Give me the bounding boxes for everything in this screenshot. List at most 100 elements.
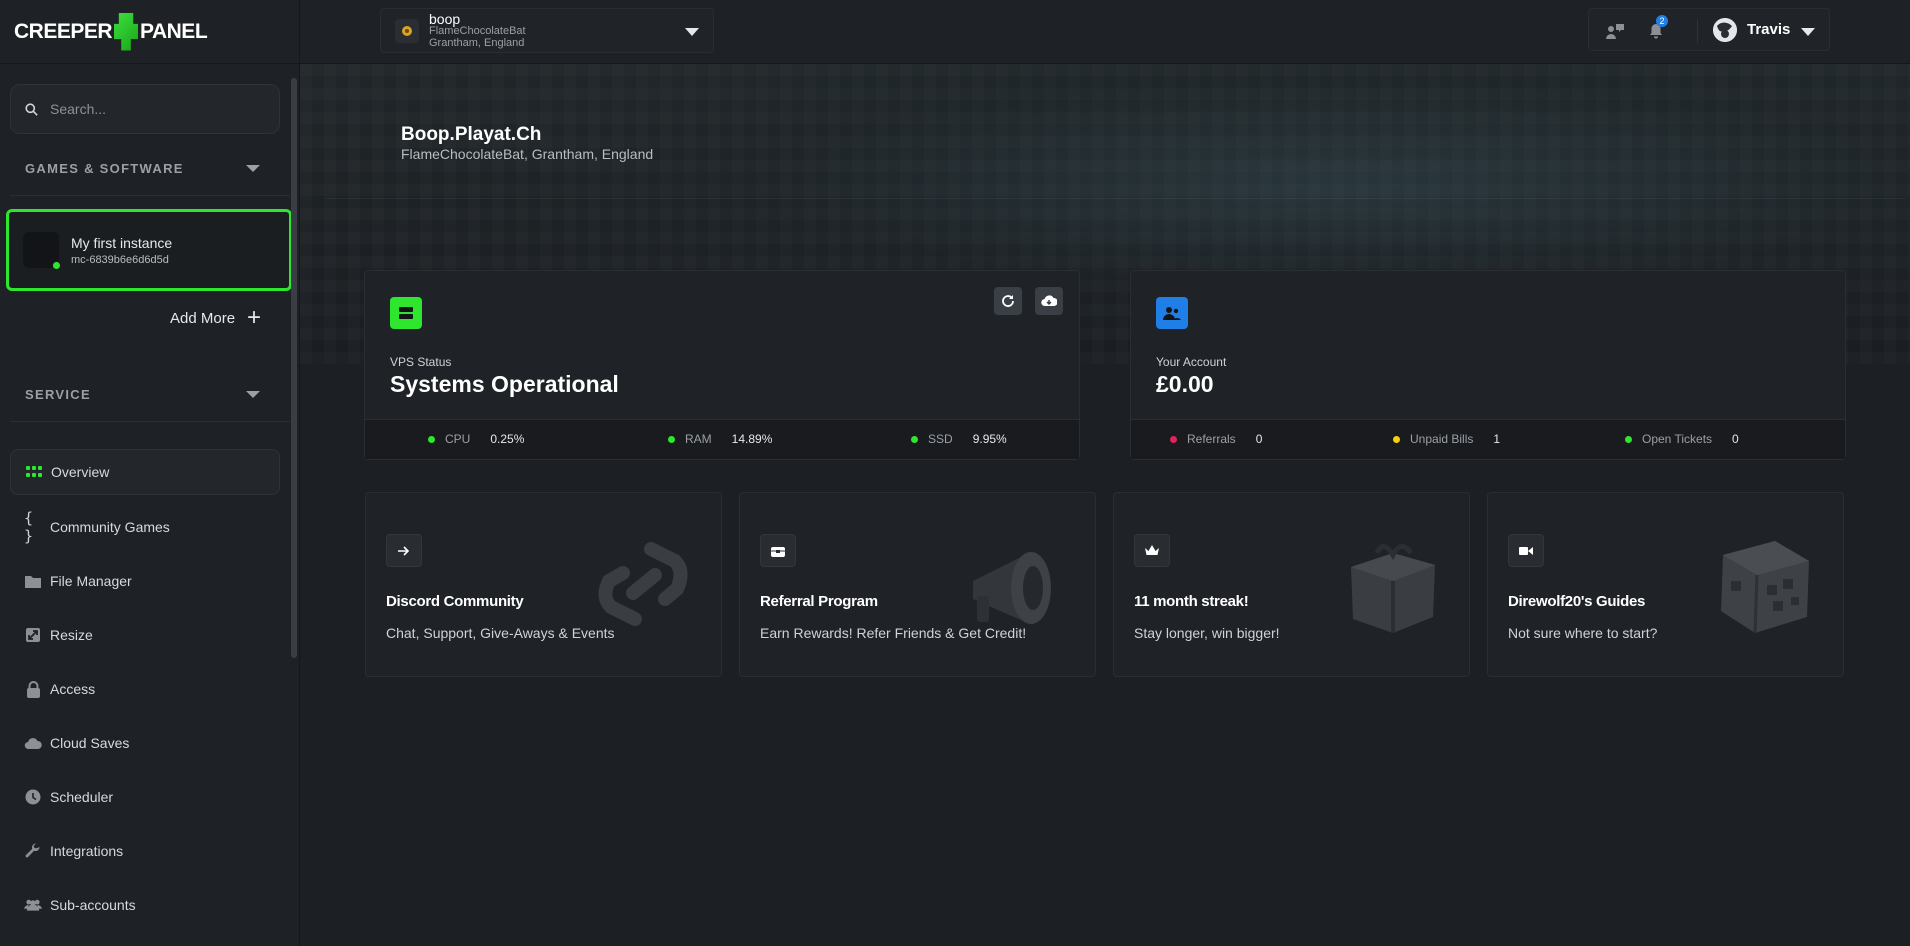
user-toolbar: 2 Travis bbox=[1588, 8, 1830, 51]
online-status-dot bbox=[52, 261, 61, 270]
ram-value: 14.89% bbox=[731, 432, 773, 446]
divider bbox=[10, 421, 290, 422]
sidebar-scrollbar[interactable] bbox=[291, 70, 297, 940]
promo-guides-card[interactable]: Direwolf20's Guides Not sure where to st… bbox=[1487, 492, 1844, 677]
chevron-down-icon bbox=[685, 28, 699, 36]
divider bbox=[10, 195, 290, 196]
ssd-stat: SSD 9.95% bbox=[911, 432, 1007, 446]
server-avatar-icon bbox=[395, 18, 419, 43]
gift-box-icon bbox=[1351, 544, 1435, 633]
cpu-label: CPU bbox=[445, 432, 471, 446]
refresh-button[interactable] bbox=[994, 287, 1022, 315]
nav-label: Access bbox=[50, 681, 96, 697]
server-name: boop bbox=[429, 10, 461, 27]
search-input[interactable] bbox=[50, 101, 260, 117]
nav-label: File Manager bbox=[50, 573, 132, 589]
nav-access[interactable]: Access bbox=[10, 666, 280, 712]
add-more-label: Add More bbox=[170, 309, 236, 327]
cpu-stat: CPU 0.25% bbox=[428, 432, 524, 446]
video-icon bbox=[1508, 534, 1544, 567]
vps-status-card: VPS Status Systems Operational CPU 0.25%… bbox=[364, 270, 1080, 460]
cloud-backup-button[interactable] bbox=[1035, 287, 1063, 315]
open-tickets-status-dot bbox=[1625, 435, 1632, 443]
unpaid-bills-value: 1 bbox=[1493, 432, 1501, 446]
ssd-value: 9.95% bbox=[972, 432, 1007, 446]
section-service[interactable]: SERVICE bbox=[0, 374, 290, 414]
support-chat-icon[interactable] bbox=[1604, 20, 1626, 42]
promo-discord-card[interactable]: Discord Community Chat, Support, Give-Aw… bbox=[365, 492, 722, 677]
promo-description: Chat, Support, Give-Aways & Events bbox=[386, 625, 615, 641]
referrals-status-dot bbox=[1170, 435, 1177, 443]
nav-label: Overview bbox=[51, 464, 110, 480]
promo-streak-card[interactable]: 11 month streak! Stay longer, win bigger… bbox=[1113, 492, 1470, 677]
account-card: Your Account £0.00 Referrals 0 Unpaid Bi… bbox=[1130, 270, 1846, 460]
nav-label: Scheduler bbox=[50, 789, 114, 805]
divider bbox=[1697, 19, 1698, 43]
divider bbox=[325, 198, 1905, 199]
sidebar-scrollbar-thumb[interactable] bbox=[291, 78, 297, 658]
open-tickets-label: Open Tickets bbox=[1642, 432, 1713, 446]
nav-label: Cloud Saves bbox=[50, 735, 130, 751]
promo-description: Earn Rewards! Refer Friends & Get Credit… bbox=[760, 625, 1027, 641]
ram-label: RAM bbox=[685, 432, 712, 446]
nav-sub-accounts[interactable]: Sub-accounts bbox=[10, 882, 280, 928]
promo-title: Direwolf20's Guides bbox=[1508, 593, 1646, 610]
ssd-label: SSD bbox=[928, 432, 953, 446]
search-box bbox=[10, 84, 280, 134]
nav-label: Sub-accounts bbox=[50, 897, 136, 913]
instance-card[interactable]: My first instance mc-6839b6e6d6d5d bbox=[6, 209, 292, 291]
topbar: boop FlameChocolateBat Grantham, England… bbox=[300, 0, 1910, 64]
nav-file-manager[interactable]: File Manager bbox=[10, 558, 280, 604]
crown-icon bbox=[1134, 534, 1170, 567]
user-avatar[interactable] bbox=[1713, 18, 1737, 42]
account-label: Your Account bbox=[1156, 355, 1227, 369]
sidebar-scroll-area: GAMES & SOFTWARE My first instance mc-68… bbox=[0, 64, 300, 946]
referrals-label: Referrals bbox=[1187, 432, 1236, 446]
instance-name: My first instance bbox=[71, 234, 173, 251]
open-tickets-stat[interactable]: Open Tickets 0 bbox=[1625, 432, 1739, 446]
promo-title: Discord Community bbox=[386, 593, 524, 610]
referrals-stat[interactable]: Referrals 0 bbox=[1170, 432, 1262, 446]
account-user-icon bbox=[1156, 297, 1188, 329]
page-title: Boop.Playat.Ch bbox=[401, 124, 542, 145]
nav-integrations[interactable]: Integrations bbox=[10, 828, 280, 874]
section-service-label: SERVICE bbox=[25, 386, 91, 402]
vps-stats-bar: CPU 0.25% RAM 14.89% SSD 9.95% bbox=[365, 419, 1079, 459]
arrow-right-icon bbox=[386, 534, 422, 567]
account-stats-bar: Referrals 0 Unpaid Bills 1 Open Tickets … bbox=[1131, 419, 1845, 459]
lock-icon bbox=[24, 680, 42, 698]
nav-resize[interactable]: Resize bbox=[10, 612, 280, 658]
clock-icon bbox=[24, 788, 42, 806]
cube-icon bbox=[1721, 541, 1809, 634]
section-games-software[interactable]: GAMES & SOFTWARE bbox=[0, 148, 290, 188]
unpaid-bills-stat[interactable]: Unpaid Bills 1 bbox=[1393, 432, 1500, 446]
add-more-button[interactable]: Add More + bbox=[170, 304, 261, 332]
nav-community-games[interactable]: { } Community Games bbox=[10, 504, 280, 550]
chevron-down-icon bbox=[246, 164, 260, 172]
promo-description: Stay longer, win bigger! bbox=[1134, 625, 1280, 641]
search-icon bbox=[25, 102, 38, 116]
server-selector[interactable]: boop FlameChocolateBat Grantham, England bbox=[380, 8, 714, 53]
users-icon bbox=[24, 896, 42, 914]
nav-overview[interactable]: Overview bbox=[10, 449, 280, 495]
nav-cloud-saves[interactable]: Cloud Saves bbox=[10, 720, 280, 766]
logo-text-right: PANEL bbox=[140, 19, 208, 43]
chevron-down-icon[interactable] bbox=[1801, 28, 1815, 36]
promo-title: Referral Program bbox=[760, 593, 878, 610]
sidebar: CREEPER PANEL GAMES & SOFTWARE My first … bbox=[0, 0, 300, 946]
section-games-label: GAMES & SOFTWARE bbox=[25, 160, 184, 176]
promo-title: 11 month streak! bbox=[1134, 593, 1249, 610]
resize-icon bbox=[24, 626, 42, 644]
open-tickets-value: 0 bbox=[1732, 432, 1739, 446]
username[interactable]: Travis bbox=[1747, 21, 1790, 38]
ram-status-dot bbox=[668, 435, 675, 443]
referrals-value: 0 bbox=[1255, 432, 1263, 446]
notification-badge: 2 bbox=[1656, 15, 1668, 27]
brand-logo[interactable]: CREEPER PANEL bbox=[0, 0, 299, 64]
page-subtitle: FlameChocolateBat, Grantham, England bbox=[401, 146, 654, 162]
cpu-status-dot bbox=[428, 435, 435, 443]
nav-scheduler[interactable]: Scheduler bbox=[10, 774, 280, 820]
promo-description: Not sure where to start? bbox=[1508, 625, 1658, 641]
promo-referral-card[interactable]: Referral Program Earn Rewards! Refer Fri… bbox=[739, 492, 1096, 677]
creeper-logo-icon bbox=[114, 12, 139, 51]
